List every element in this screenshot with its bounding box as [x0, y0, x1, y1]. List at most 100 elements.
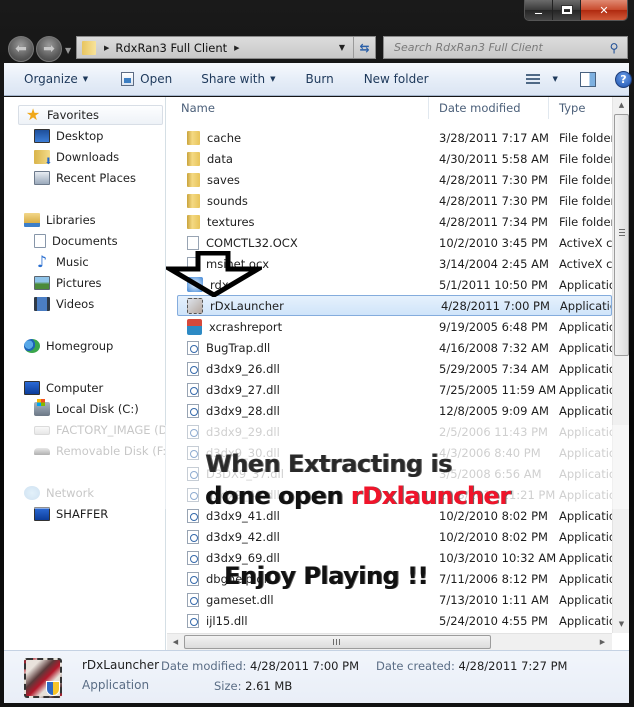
details-file-name: rDxLauncher — [82, 658, 160, 672]
organize-button[interactable]: Organize ▼ — [24, 72, 88, 86]
sidebar-item-favorites[interactable]: ★ Favorites — [18, 105, 163, 125]
file-row[interactable]: ijl15.dll 5/24/2010 4:55 PM Application ex… — [167, 610, 612, 631]
preview-pane-button[interactable] — [579, 71, 596, 87]
file-name: d3dx9_27.dll — [206, 382, 280, 397]
burn-button[interactable]: Burn — [306, 72, 334, 86]
vertical-scrollbar[interactable]: ▲ ▼ — [612, 97, 629, 633]
grip-icon — [619, 229, 625, 236]
address-history-dropdown[interactable]: ▼ — [339, 43, 345, 52]
vertical-scroll-thumb[interactable] — [614, 114, 629, 356]
address-bar[interactable]: ▶ RdxRan3 Full Client ▶ ▼ ⇆ — [76, 36, 376, 59]
file-row[interactable]: xcrashreport 9/19/2005 6:48 PM Application — [167, 316, 612, 337]
file-name: d3dx9_29.dll — [206, 424, 280, 439]
details-size-value: 2.61 MB — [245, 679, 293, 693]
local-disk-icon — [34, 399, 50, 416]
file-row[interactable]: d3dx9_29.dll 2/5/2006 11:43 PM Application… — [167, 421, 612, 442]
minimize-button[interactable] — [525, 0, 553, 20]
folder-icon — [187, 130, 200, 145]
file-row[interactable]: saves 4/28/2011 7:30 PM File folder — [167, 169, 612, 190]
file-row[interactable]: COMCTL32.OCX 10/2/2010 3:45 PM ActiveX con… — [167, 232, 612, 253]
search-icon[interactable]: ⚲ — [605, 41, 623, 55]
sidebar-item-network[interactable]: Network — [4, 483, 165, 503]
file-date-modified: 3/28/2011 7:17 AM — [439, 130, 549, 145]
column-header-name[interactable]: Name — [167, 97, 429, 119]
file-name-cell: d3dx9_42.dll — [167, 529, 429, 544]
horizontal-scrollbar[interactable]: ◀ ▶ — [167, 633, 612, 650]
file-row[interactable]: d3dx9_27.dll 7/25/2005 11:59 AMApplicatio… — [167, 379, 612, 400]
file-name-cell: d3dx9_27.dll — [167, 382, 429, 397]
file-name: gameset.dll — [206, 592, 274, 607]
open-button[interactable]: Open — [121, 72, 172, 86]
sidebar-item-documents[interactable]: Documents — [34, 231, 165, 251]
sidebar-item-pictures[interactable]: Pictures — [34, 273, 165, 293]
sidebar-item-homegroup[interactable]: Homegroup — [4, 336, 165, 356]
sidebar-item-downloads[interactable]: Downloads — [34, 147, 165, 167]
navigation-bar: ⬅ ➡ ▼ ▶ RdxRan3 Full Client ▶ ▼ ⇆ ⚲ — [0, 32, 634, 62]
file-type: Application extension — [559, 361, 612, 376]
scroll-down-arrow-icon[interactable]: ▼ — [613, 616, 630, 633]
details-date-created-label: Date created: — [376, 659, 455, 673]
search-input[interactable] — [394, 41, 605, 54]
file-name-cell: textures — [167, 214, 429, 229]
help-button[interactable]: ? — [614, 70, 632, 88]
file-row[interactable]: sounds 4/28/2011 7:30 PM File folder — [167, 190, 612, 211]
sidebar-item-factory-image[interactable]: FACTORY_IMAGE (D:) — [34, 420, 165, 440]
scroll-left-arrow-icon[interactable]: ◀ — [167, 634, 184, 651]
breadcrumb-separator-icon[interactable]: ▶ — [234, 44, 239, 52]
file-row[interactable]: d3dx9_42.dll 10/2/2010 8:02 PM Application… — [167, 526, 612, 547]
dll-file-icon — [187, 508, 199, 523]
file-row[interactable]: msinet.ocx 3/14/2004 2:45 AM ActiveX contr… — [167, 253, 612, 274]
sidebar-item-computer[interactable]: Computer — [4, 378, 165, 398]
sidebar-item-recent-places[interactable]: Recent Places — [34, 168, 165, 188]
change-view-button[interactable]: ▼ — [525, 73, 558, 85]
new-folder-button[interactable]: New folder — [364, 72, 429, 86]
dll-file-icon — [187, 424, 199, 439]
sidebar-item-desktop[interactable]: Desktop — [34, 126, 165, 146]
column-header-date-modified[interactable]: Date modified — [429, 97, 549, 119]
sidebar-item-local-disk[interactable]: Local Disk (C:) — [34, 399, 165, 419]
file-name: cache — [207, 130, 242, 145]
file-name: xcrashreport — [209, 319, 283, 334]
file-type: Application extension — [559, 445, 612, 460]
file-row[interactable]: textures 4/28/2011 7:34 PM File folder — [167, 211, 612, 232]
activex-file-icon — [187, 235, 199, 250]
file-row[interactable]: data 4/30/2011 5:58 AM File folder — [167, 148, 612, 169]
overlay-instruction-line2: done open rDxlauncher — [205, 482, 511, 510]
file-type: Application — [559, 277, 612, 292]
file-row[interactable]: d3dx9_28.dll 12/8/2005 9:09 AM Application… — [167, 400, 612, 421]
forward-button[interactable]: ➡ — [36, 36, 62, 62]
sidebar-item-music[interactable]: ♪ Music — [34, 252, 165, 272]
downloads-icon — [34, 150, 52, 167]
maximize-button[interactable] — [553, 0, 581, 20]
breadcrumb-item[interactable]: RdxRan3 Full Client — [115, 41, 227, 55]
column-header-type[interactable]: Type — [549, 97, 612, 119]
sidebar-item-libraries[interactable]: Libraries — [4, 210, 165, 230]
file-row[interactable]: rdx 5/1/2011 10:50 PM Application — [167, 274, 612, 295]
file-row[interactable]: cache 3/28/2011 7:17 AM File folder — [167, 127, 612, 148]
file-row[interactable]: BugTrap.dll 4/16/2008 7:32 AM Application … — [167, 337, 612, 358]
back-button[interactable]: ⬅ — [8, 36, 34, 62]
file-row[interactable]: d3dx9_26.dll 5/29/2005 7:34 AM Application… — [167, 358, 612, 379]
uac-shield-icon — [46, 681, 60, 696]
scroll-up-arrow-icon[interactable]: ▲ — [613, 97, 630, 114]
refresh-button[interactable]: ⇆ — [353, 37, 375, 58]
scroll-right-arrow-icon[interactable]: ▶ — [594, 634, 611, 651]
arrow-left-icon: ⬅ — [15, 41, 27, 57]
recent-pages-dropdown[interactable]: ▼ — [65, 46, 71, 55]
file-name-cell: ijl15.dll — [167, 613, 429, 628]
breadcrumb-separator-icon[interactable]: ▶ — [104, 44, 109, 52]
explorer-window: ✕ ⬅ ➡ ▼ ▶ RdxRan3 Full Client ▶ ▼ ⇆ ⚲ Or… — [0, 0, 634, 707]
share-with-button[interactable]: Share with ▼ — [201, 72, 275, 86]
search-box: ⚲ — [383, 36, 628, 59]
sidebar-item-videos[interactable]: Videos — [34, 294, 165, 314]
file-row[interactable]: gameset.dll 7/13/2010 1:11 AM Application … — [167, 589, 612, 610]
horizontal-scroll-thumb[interactable] — [184, 635, 491, 649]
overlay-enjoy-text: Enjoy Playing !! — [224, 562, 428, 590]
command-bar: Organize ▼ Open Share with ▼ Burn New fold… — [4, 63, 632, 96]
file-row[interactable]: rDxLauncher 4/28/2011 7:00 PM Application — [177, 295, 612, 316]
close-button[interactable]: ✕ — [581, 0, 627, 20]
sidebar-item-shaffer[interactable]: SHAFFER — [34, 504, 165, 524]
file-date-modified: 2/5/2006 11:43 PM — [439, 424, 548, 439]
sidebar-item-removable-disk[interactable]: Removable Disk (F:) — [34, 441, 165, 461]
file-type: Application extension — [559, 424, 612, 439]
